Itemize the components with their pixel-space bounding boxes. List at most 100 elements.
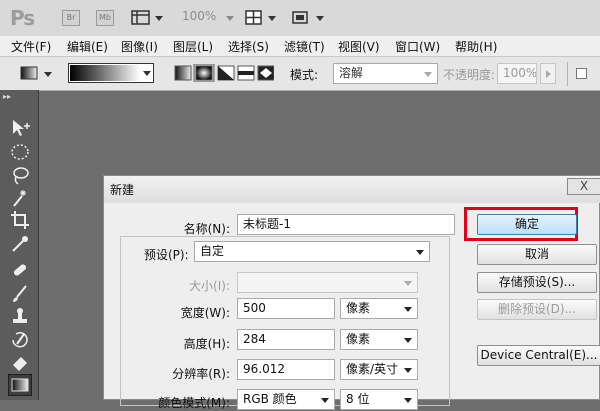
application-bar: Ps Br Mb 100%	[0, 0, 600, 36]
preset-label: 预设(P):	[142, 246, 191, 263]
menu-edit[interactable]: 编辑(E)	[67, 38, 108, 55]
opacity-label: 不透明度:	[443, 68, 496, 82]
dialog-title-bar: 新建 X	[104, 176, 600, 203]
reverse-checkbox[interactable]	[576, 68, 587, 79]
gradient-type-group	[174, 63, 275, 83]
arrange-documents-icon	[245, 10, 262, 25]
new-document-dialog: 新建 X 名称(N): 未标题-1 预设(P): 自定 大小(I): 宽度(W)…	[103, 175, 600, 410]
move-tool-icon[interactable]	[10, 118, 30, 138]
menu-image[interactable]: 图像(I)	[121, 38, 158, 55]
ok-button[interactable]: 确定	[477, 214, 577, 235]
dialog-title: 新建	[110, 183, 135, 197]
menu-view[interactable]: 视图(V)	[338, 38, 380, 55]
menu-select[interactable]: 选择(S)	[228, 38, 269, 55]
color-mode-value: RGB 颜色	[243, 392, 297, 406]
gradient-tool-button[interactable]	[8, 374, 32, 396]
arrow-right-icon	[546, 70, 551, 78]
delete-preset-button[interactable]: 删除预设(D)...	[477, 299, 597, 320]
preset-value: 自定	[200, 244, 225, 258]
bit-depth-value: 8 位	[346, 392, 370, 406]
cancel-button[interactable]: 取消	[477, 244, 597, 265]
radial-gradient-button[interactable]	[193, 63, 215, 83]
chevron-down-icon	[416, 250, 424, 255]
view-extras-icon	[131, 10, 150, 25]
linear-gradient-button[interactable]	[174, 65, 192, 81]
menu-layer[interactable]: 图层(L)	[173, 38, 213, 55]
chevron-down-icon	[44, 72, 52, 77]
height-unit-value: 像素	[346, 332, 371, 346]
view-extras-button[interactable]	[131, 9, 151, 26]
chevron-down-icon	[404, 281, 412, 286]
mini-bridge-button[interactable]: Mb	[96, 10, 114, 26]
reflected-gradient-button[interactable]	[237, 65, 255, 81]
chevron-down-icon	[143, 71, 151, 76]
resolution-unit-value: 像素/英寸	[346, 362, 399, 376]
history-brush-tool-icon[interactable]	[10, 330, 30, 350]
menu-bar: 文件(F) 编辑(E) 图像(I) 图层(L) 选择(S) 滤镜(T) 视图(V…	[0, 36, 600, 57]
diamond-gradient-button[interactable]	[257, 65, 275, 81]
width-unit-select[interactable]: 像素	[340, 298, 418, 319]
chevron-down-icon	[424, 72, 432, 77]
name-input[interactable]: 未标题-1	[237, 214, 455, 235]
clone-stamp-tool-icon[interactable]	[10, 306, 30, 326]
blend-mode-select[interactable]: 溶解	[333, 63, 438, 84]
photoshop-logo: Ps	[10, 6, 35, 30]
chevron-down-icon	[268, 16, 276, 21]
gradient-tool-icon	[20, 66, 38, 80]
options-bar: 模式: 溶解 不透明度: 100%	[0, 57, 600, 91]
menu-window[interactable]: 窗口(W)	[395, 38, 440, 55]
chevron-down-icon	[226, 16, 234, 21]
toolbox: ▸▸	[0, 90, 39, 400]
crop-tool-icon[interactable]	[10, 210, 30, 230]
screen-mode-icon	[292, 11, 308, 24]
chevron-down-icon	[321, 398, 329, 403]
angle-gradient-button[interactable]	[217, 65, 235, 81]
eyedropper-tool-icon[interactable]	[10, 234, 30, 254]
tool-preset-picker[interactable]	[20, 65, 40, 81]
zoom-level[interactable]: 100%	[182, 9, 216, 23]
opacity-slider-button[interactable]	[540, 63, 556, 84]
height-label: 高度(H):	[183, 337, 230, 351]
width-input[interactable]: 500	[237, 298, 335, 319]
chevron-down-icon	[316, 16, 324, 21]
resolution-label: 分辨率(R):	[172, 367, 230, 381]
marquee-tool-icon[interactable]	[10, 142, 30, 162]
color-mode-label: 颜色模式(M):	[158, 396, 230, 410]
brush-tool-icon[interactable]	[10, 284, 30, 304]
resolution-input[interactable]: 96.012	[237, 359, 335, 380]
close-button[interactable]: X	[567, 178, 600, 195]
menu-file[interactable]: 文件(F)	[11, 38, 51, 55]
opacity-input[interactable]: 100%	[497, 63, 537, 84]
gradient-picker[interactable]	[68, 63, 154, 83]
resolution-unit-select[interactable]: 像素/英寸	[340, 359, 418, 380]
expand-panel-icon[interactable]: ▸▸	[3, 92, 11, 101]
chevron-down-icon	[404, 398, 412, 403]
width-unit-value: 像素	[346, 301, 371, 315]
blend-mode-value: 溶解	[339, 66, 364, 80]
screen-mode-button[interactable]	[291, 9, 309, 26]
menu-filter[interactable]: 滤镜(T)	[284, 38, 325, 55]
size-select[interactable]	[237, 272, 418, 293]
width-label: 宽度(W):	[180, 306, 230, 320]
chevron-down-icon	[404, 368, 412, 373]
healing-brush-tool-icon[interactable]	[10, 260, 30, 280]
lasso-tool-icon[interactable]	[10, 166, 30, 186]
gradient-preview	[70, 65, 140, 81]
gradient-tool-icon	[11, 378, 29, 392]
preset-select[interactable]: 自定	[194, 241, 430, 262]
name-label: 名称(N):	[183, 222, 230, 236]
chevron-down-icon	[155, 16, 163, 21]
magic-wand-tool-icon[interactable]	[10, 188, 30, 208]
height-unit-select[interactable]: 像素	[340, 329, 418, 350]
eraser-tool-icon[interactable]	[10, 352, 30, 372]
mode-label: 模式:	[290, 68, 319, 82]
chevron-down-icon	[404, 338, 412, 343]
bridge-button[interactable]: Br	[62, 10, 80, 26]
menu-help[interactable]: 帮助(H)	[455, 38, 497, 55]
device-central-button[interactable]: Device Central(E)...	[477, 345, 600, 366]
height-input[interactable]: 284	[237, 329, 335, 350]
arrange-documents-button[interactable]	[245, 9, 263, 26]
divider	[567, 62, 568, 86]
chevron-down-icon	[404, 307, 412, 312]
save-preset-button[interactable]: 存储预设(S)...	[477, 272, 597, 293]
